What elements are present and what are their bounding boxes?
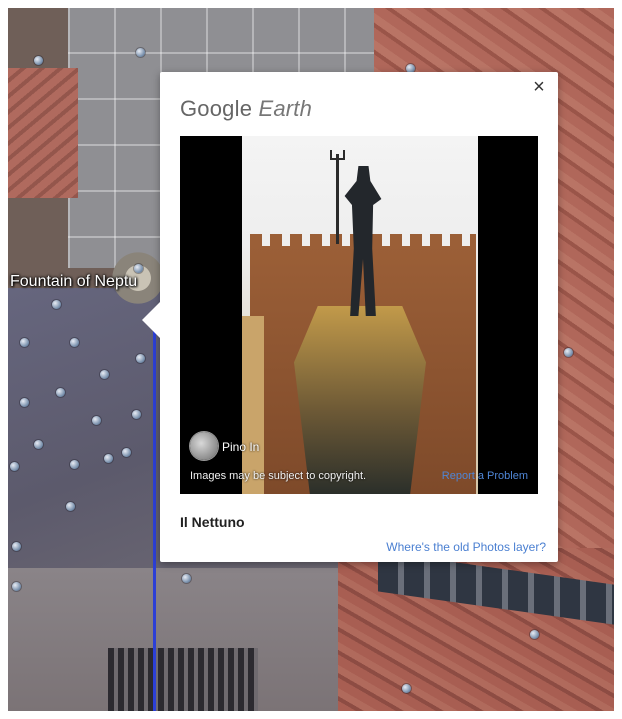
- photo-dot[interactable]: [10, 462, 19, 471]
- place-photo[interactable]: Pino In Images may be subject to copyrig…: [180, 136, 538, 494]
- google-earth-logo: Google Earth: [180, 96, 312, 122]
- photo-dot[interactable]: [34, 440, 43, 449]
- brand-earth: Earth: [258, 96, 313, 121]
- map-roofs-left: [8, 68, 78, 198]
- photo-dot[interactable]: [52, 300, 61, 309]
- photo-trident: [336, 154, 339, 244]
- map-cafe-chairs: [108, 648, 258, 711]
- photo-dot[interactable]: [70, 460, 79, 469]
- photo-dot[interactable]: [402, 684, 411, 693]
- photo-dot[interactable]: [132, 410, 141, 419]
- place-label[interactable]: Fountain of Neptu: [10, 273, 137, 291]
- photo-dot[interactable]: [12, 542, 21, 551]
- knowledge-card: × Google Earth Pino In Images may be sub…: [142, 72, 558, 562]
- place-title: Il Nettuno: [180, 514, 245, 530]
- old-photos-layer-link[interactable]: Where's the old Photos layer?: [386, 540, 546, 554]
- photo-dot[interactable]: [20, 398, 29, 407]
- close-icon: ×: [533, 76, 545, 98]
- photo-dot[interactable]: [136, 354, 145, 363]
- author-avatar[interactable]: [190, 432, 218, 460]
- photo-dot[interactable]: [564, 348, 573, 357]
- brand-google: Google: [180, 96, 253, 121]
- report-problem-link[interactable]: Report a Problem: [442, 470, 528, 482]
- photo-dot[interactable]: [100, 370, 109, 379]
- photo-fountain-base: [294, 306, 426, 494]
- path-line: [153, 313, 156, 711]
- photo-dot[interactable]: [12, 582, 21, 591]
- photo-tower: [242, 316, 264, 494]
- photo-dot[interactable]: [182, 574, 191, 583]
- photo-dot[interactable]: [134, 264, 143, 273]
- card-pointer: [142, 302, 160, 338]
- neptune-fountain-photo: [242, 136, 478, 494]
- photo-dot[interactable]: [56, 388, 65, 397]
- photo-author[interactable]: Pino In: [222, 440, 259, 454]
- copyright-notice: Images may be subject to copyright.: [190, 470, 367, 482]
- photo-dot[interactable]: [136, 48, 145, 57]
- photo-dot[interactable]: [20, 338, 29, 347]
- photo-dot[interactable]: [34, 56, 43, 65]
- photo-dot[interactable]: [92, 416, 101, 425]
- photo-trident-head: [330, 150, 345, 160]
- photo-dot[interactable]: [104, 454, 113, 463]
- photo-dot[interactable]: [530, 630, 539, 639]
- close-button[interactable]: ×: [528, 76, 550, 98]
- earth-viewport[interactable]: Fountain of Neptu × Google Earth Pino In…: [8, 8, 614, 711]
- photo-dot[interactable]: [70, 338, 79, 347]
- photo-dot[interactable]: [122, 448, 131, 457]
- photo-dot[interactable]: [66, 502, 75, 511]
